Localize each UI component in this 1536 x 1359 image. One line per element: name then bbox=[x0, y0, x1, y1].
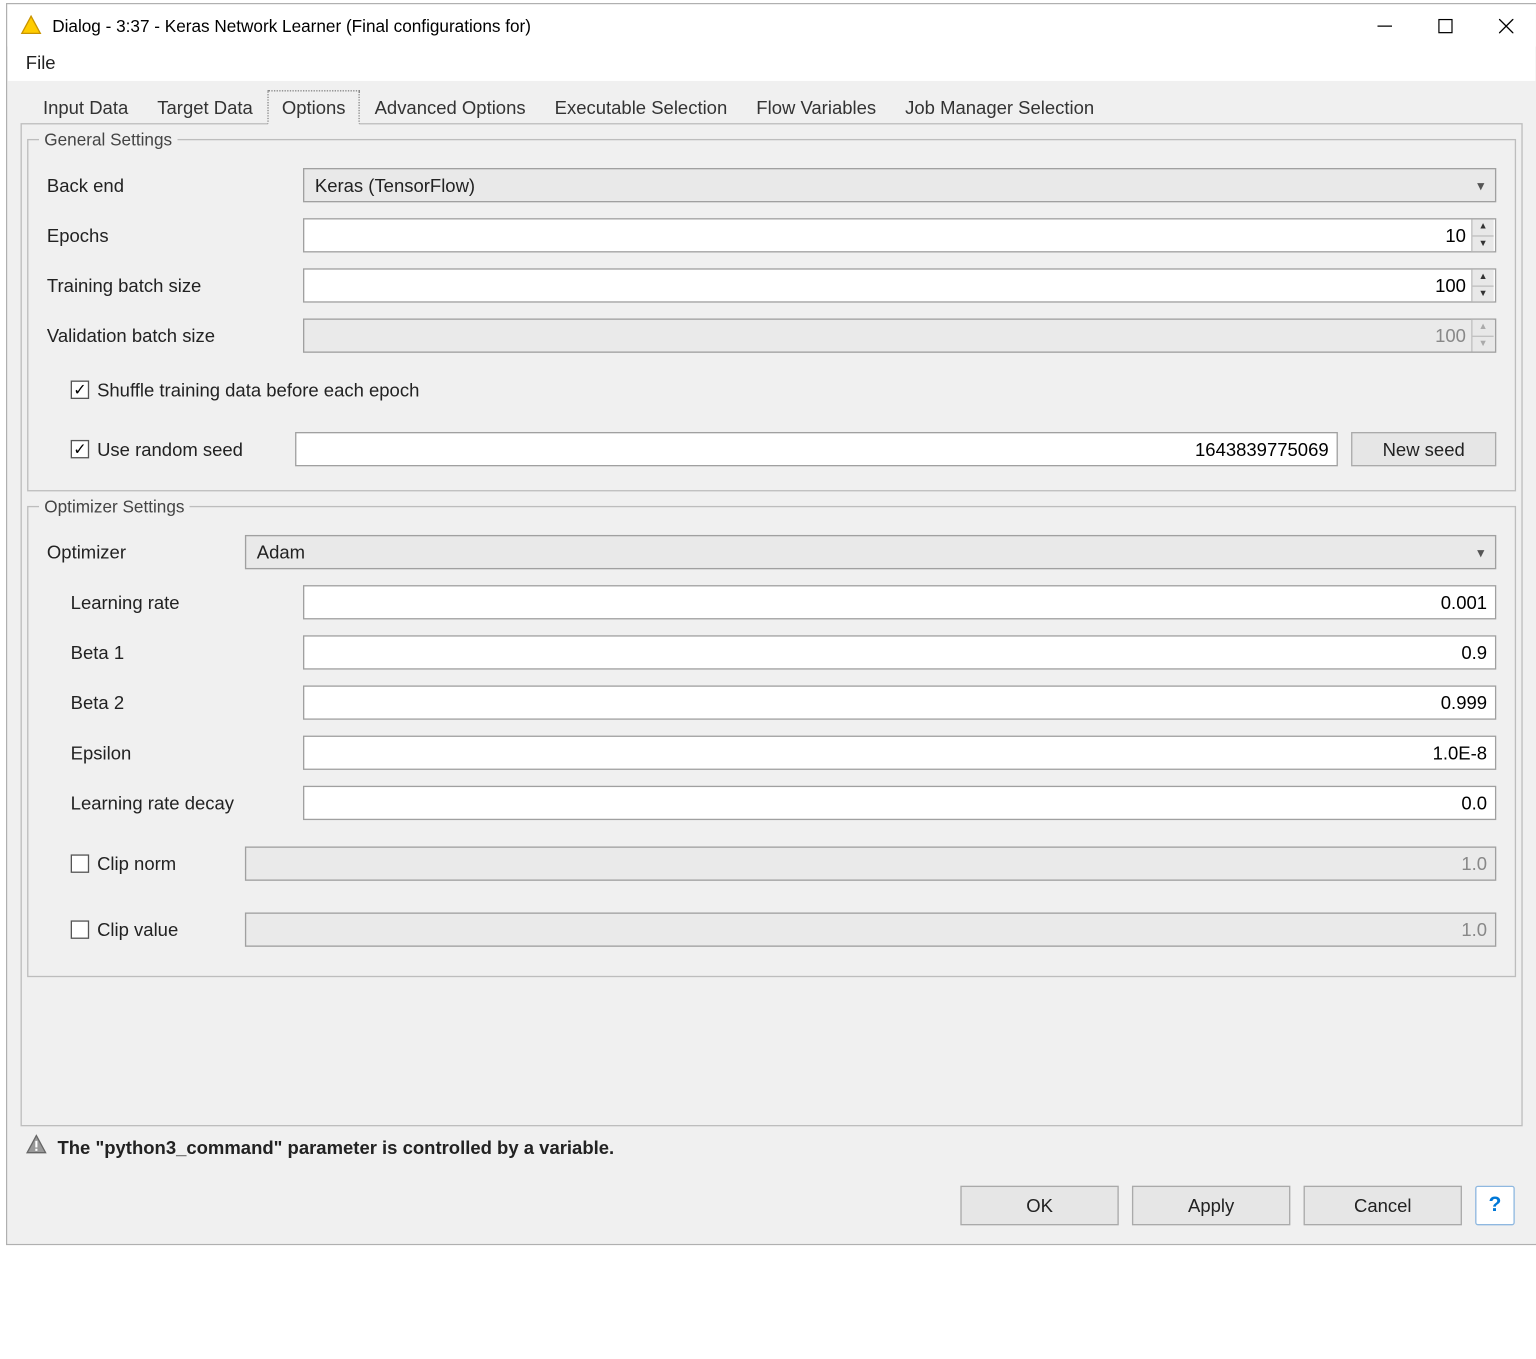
menu-file[interactable]: File bbox=[21, 49, 61, 75]
client-area: Input Data Target Data Options Advanced … bbox=[7, 81, 1536, 1244]
clip-value-checkbox[interactable]: Clip value bbox=[47, 919, 232, 940]
seed-field[interactable] bbox=[295, 432, 1338, 466]
lr-decay-input[interactable] bbox=[304, 787, 1495, 819]
new-seed-button[interactable]: New seed bbox=[1351, 432, 1496, 466]
status-message: The "python3_command" parameter is contr… bbox=[57, 1136, 614, 1157]
cancel-button[interactable]: Cancel bbox=[1304, 1186, 1462, 1226]
help-button[interactable]: ? bbox=[1475, 1186, 1515, 1226]
lr-decay-field[interactable] bbox=[303, 786, 1496, 820]
clip-norm-input bbox=[246, 848, 1495, 880]
tab-panel-options: General Settings Back end Keras (TensorF… bbox=[21, 123, 1523, 1126]
tab-job-manager-selection[interactable]: Job Manager Selection bbox=[891, 90, 1109, 124]
tab-executable-selection[interactable]: Executable Selection bbox=[540, 90, 742, 124]
title-bar: Dialog - 3:37 - Keras Network Learner (F… bbox=[7, 4, 1536, 46]
window-buttons bbox=[1354, 4, 1536, 46]
window-title: Dialog - 3:37 - Keras Network Learner (F… bbox=[52, 16, 1354, 36]
epsilon-input[interactable] bbox=[304, 737, 1495, 769]
dialog-buttons: OK Apply Cancel ? bbox=[21, 1173, 1523, 1231]
beta2-field[interactable] bbox=[303, 685, 1496, 719]
training-batch-label: Training batch size bbox=[47, 275, 290, 296]
clip-value-label: Clip value bbox=[97, 919, 178, 940]
backend-label: Back end bbox=[47, 175, 290, 196]
learning-rate-label: Learning rate bbox=[47, 592, 290, 613]
chevron-down-icon: ▾ bbox=[1477, 177, 1484, 194]
shuffle-label: Shuffle training data before each epoch bbox=[97, 379, 419, 400]
lr-decay-label: Learning rate decay bbox=[47, 792, 290, 813]
general-settings-group: General Settings Back end Keras (TensorF… bbox=[27, 130, 1516, 492]
spinner-buttons[interactable]: ▲▼ bbox=[1471, 219, 1493, 251]
learning-rate-field[interactable] bbox=[303, 585, 1496, 619]
checkbox-icon bbox=[71, 381, 89, 399]
maximize-button[interactable] bbox=[1414, 4, 1475, 46]
beta2-label: Beta 2 bbox=[47, 692, 290, 713]
tab-input-data[interactable]: Input Data bbox=[28, 90, 142, 124]
clip-norm-checkbox[interactable]: Clip norm bbox=[47, 853, 232, 874]
warning-icon bbox=[26, 1134, 47, 1159]
beta1-input[interactable] bbox=[304, 637, 1495, 669]
training-batch-spinner[interactable]: ▲▼ bbox=[303, 268, 1496, 302]
general-settings-legend: General Settings bbox=[39, 130, 177, 150]
chevron-down-icon: ▾ bbox=[1477, 544, 1484, 561]
validation-batch-spinner: ▲▼ bbox=[303, 318, 1496, 352]
optimizer-combo[interactable]: Adam ▾ bbox=[245, 535, 1496, 569]
epochs-label: Epochs bbox=[47, 225, 290, 246]
validation-batch-input bbox=[304, 320, 1471, 352]
clip-norm-field bbox=[245, 846, 1496, 880]
epochs-input[interactable] bbox=[304, 219, 1471, 251]
spinner-buttons[interactable]: ▲▼ bbox=[1471, 270, 1493, 302]
spinner-buttons: ▲▼ bbox=[1471, 320, 1493, 352]
seed-input[interactable] bbox=[296, 433, 1336, 465]
backend-combo[interactable]: Keras (TensorFlow) ▾ bbox=[303, 168, 1496, 202]
beta2-input[interactable] bbox=[304, 687, 1495, 719]
backend-value: Keras (TensorFlow) bbox=[315, 175, 475, 196]
epochs-spinner[interactable]: ▲▼ bbox=[303, 218, 1496, 252]
checkbox-icon bbox=[71, 920, 89, 938]
checkbox-icon bbox=[71, 854, 89, 872]
tab-advanced-options[interactable]: Advanced Options bbox=[360, 90, 540, 124]
use-seed-label: Use random seed bbox=[97, 439, 243, 460]
learning-rate-input[interactable] bbox=[304, 586, 1495, 618]
clip-value-field bbox=[245, 912, 1496, 946]
ok-button[interactable]: OK bbox=[960, 1186, 1118, 1226]
apply-button[interactable]: Apply bbox=[1132, 1186, 1290, 1226]
shuffle-checkbox[interactable]: Shuffle training data before each epoch bbox=[71, 379, 420, 400]
epsilon-label: Epsilon bbox=[47, 742, 290, 763]
clip-value-input bbox=[246, 914, 1495, 946]
tab-options[interactable]: Options bbox=[267, 90, 360, 124]
clip-norm-label: Clip norm bbox=[97, 853, 176, 874]
menu-bar: File bbox=[7, 47, 1536, 81]
help-icon: ? bbox=[1489, 1194, 1502, 1218]
tab-target-data[interactable]: Target Data bbox=[143, 90, 268, 124]
checkbox-icon bbox=[71, 440, 89, 458]
optimizer-label: Optimizer bbox=[47, 542, 232, 563]
validation-batch-label: Validation batch size bbox=[47, 325, 290, 346]
tab-flow-variables[interactable]: Flow Variables bbox=[742, 90, 891, 124]
optimizer-settings-group: Optimizer Settings Optimizer Adam ▾ Lear… bbox=[27, 497, 1516, 977]
optimizer-value: Adam bbox=[257, 542, 305, 563]
close-button[interactable] bbox=[1475, 4, 1536, 46]
tab-strip: Input Data Target Data Options Advanced … bbox=[21, 89, 1523, 123]
optimizer-settings-legend: Optimizer Settings bbox=[39, 497, 190, 517]
status-bar: The "python3_command" parameter is contr… bbox=[21, 1126, 1523, 1172]
minimize-button[interactable] bbox=[1354, 4, 1415, 46]
epsilon-field[interactable] bbox=[303, 736, 1496, 770]
beta1-field[interactable] bbox=[303, 635, 1496, 669]
app-icon bbox=[21, 15, 42, 36]
training-batch-input[interactable] bbox=[304, 270, 1471, 302]
use-seed-checkbox[interactable]: Use random seed bbox=[71, 439, 282, 460]
dialog-window: Dialog - 3:37 - Keras Network Learner (F… bbox=[6, 3, 1536, 1245]
beta1-label: Beta 1 bbox=[47, 642, 290, 663]
